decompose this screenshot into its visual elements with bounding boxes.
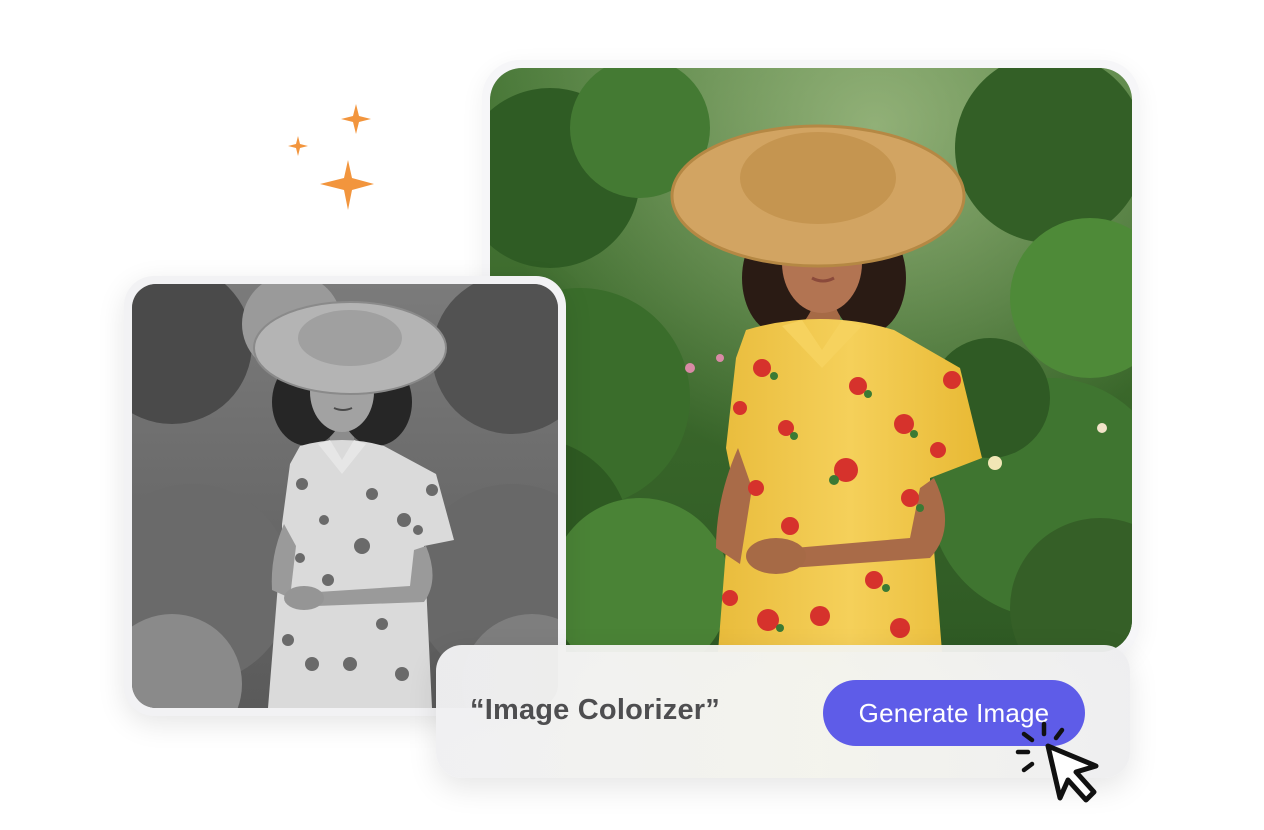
click-cursor-icon <box>1014 716 1106 806</box>
colorizer-showcase: “Image Colorizer” Generate Image <box>0 0 1264 830</box>
sparkles-icon <box>280 96 384 220</box>
prompt-text: “Image Colorizer” <box>470 694 720 726</box>
colorized-photo <box>490 68 1132 652</box>
